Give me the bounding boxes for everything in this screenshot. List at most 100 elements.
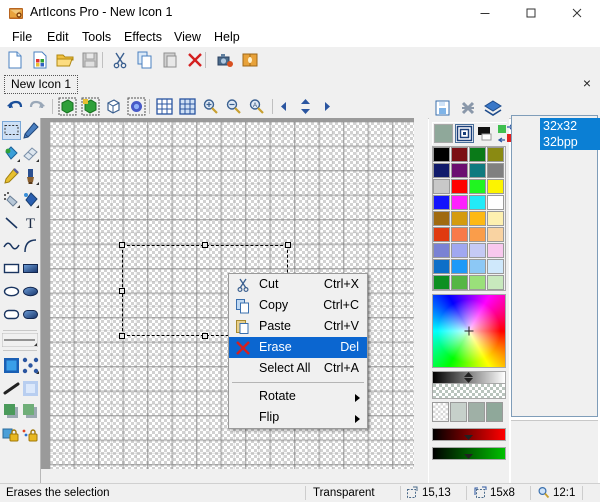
color-swatch[interactable] [433, 211, 450, 226]
color-swatch[interactable] [487, 259, 504, 274]
tool-dropdown-arrow-icon[interactable] [36, 182, 39, 185]
menu-tools[interactable]: Tools [76, 29, 117, 45]
save-button[interactable] [80, 50, 100, 70]
capture-button[interactable] [215, 50, 235, 70]
open-button[interactable] [55, 50, 75, 70]
paste-button[interactable] [160, 50, 180, 70]
ctx-erase[interactable]: Erase Del [229, 337, 367, 358]
tool-ellipse-filled[interactable] [21, 282, 40, 301]
tool-text[interactable]: T [21, 213, 40, 232]
copy-button[interactable] [135, 50, 155, 70]
tool-dropdown-arrow-icon[interactable] [36, 205, 39, 208]
tool-copy-layer[interactable] [21, 402, 40, 421]
align-vertical-button[interactable] [296, 97, 315, 116]
selection-handle[interactable] [119, 288, 125, 294]
tool-lock-image[interactable] [2, 425, 21, 444]
color-swatch[interactable] [469, 147, 486, 162]
tool-ellipse[interactable] [2, 282, 21, 301]
new-image-button[interactable] [30, 50, 50, 70]
color-swatch[interactable] [451, 163, 468, 178]
tool-dropdown-arrow-icon[interactable] [34, 343, 37, 346]
zoom-out-button[interactable] [224, 97, 243, 116]
tool-dropdown-arrow-icon[interactable] [17, 159, 20, 162]
image-item-32x32[interactable]: 32x32 32bpp [540, 118, 600, 150]
tool-color-fill[interactable] [2, 356, 21, 375]
ctx-rotate[interactable]: Rotate [229, 386, 367, 407]
ctx-flip[interactable]: Flip [229, 407, 367, 428]
color-swatch[interactable] [487, 243, 504, 258]
align-center-button[interactable] [315, 97, 334, 116]
new-icon-button[interactable] [5, 50, 25, 70]
tool-smudge[interactable] [2, 379, 21, 398]
tool-arc[interactable] [21, 236, 40, 255]
tab-new-icon-1[interactable]: New Icon 1 [4, 75, 78, 94]
tool-pencil[interactable] [2, 167, 21, 186]
color-swatch[interactable] [451, 147, 468, 162]
grid-settings-button[interactable] [178, 97, 197, 116]
selection-handle[interactable] [119, 333, 125, 339]
color-swatch[interactable] [469, 179, 486, 194]
texture-swatch[interactable] [450, 402, 467, 422]
color-swatch[interactable] [487, 227, 504, 242]
brightness-slider-thumb-top[interactable] [464, 372, 473, 377]
tool-round-rect[interactable] [2, 305, 21, 324]
color-swatch[interactable] [487, 163, 504, 178]
color-swatch[interactable] [451, 227, 468, 242]
tool-rect-select[interactable] [2, 121, 21, 140]
undo-button[interactable] [5, 97, 24, 116]
tool-eraser[interactable] [21, 144, 40, 163]
cut-button[interactable] [110, 50, 130, 70]
selection-handle[interactable] [285, 242, 291, 248]
color-swatch[interactable] [487, 211, 504, 226]
green-channel-slider[interactable] [432, 447, 506, 460]
mode-background-color[interactable] [476, 124, 495, 143]
color-swatch[interactable] [469, 243, 486, 258]
texture-swatch[interactable] [468, 402, 485, 422]
color-wheel[interactable] [432, 294, 506, 368]
selection-handle[interactable] [202, 242, 208, 248]
color-swatch[interactable] [433, 195, 450, 210]
tool-lock-alpha[interactable] [21, 425, 40, 444]
line-width-slider[interactable] [2, 333, 38, 347]
image-3d-button[interactable] [104, 97, 123, 116]
close-button[interactable] [554, 0, 600, 26]
canvas-horizontal-scrollbar[interactable] [41, 469, 428, 483]
tool-line[interactable] [2, 213, 21, 232]
menu-view[interactable]: View [168, 29, 207, 45]
tool-spray[interactable] [2, 190, 21, 209]
ctx-select-all[interactable]: Select All Ctrl+A [229, 358, 367, 379]
color-swatch[interactable] [469, 259, 486, 274]
library-button[interactable] [240, 50, 260, 70]
menu-effects[interactable]: Effects [118, 29, 168, 45]
ctx-cut[interactable]: Cut Ctrl+X [229, 274, 367, 295]
grid-button[interactable] [155, 97, 174, 116]
menu-edit[interactable]: Edit [41, 29, 75, 45]
tool-curve[interactable] [2, 236, 21, 255]
color-swatch[interactable] [451, 195, 468, 210]
color-swatch[interactable] [487, 275, 504, 290]
image-list[interactable]: 32x32 32bpp [511, 115, 598, 417]
tool-gradient-fill[interactable] [21, 190, 40, 209]
color-swatch[interactable] [433, 163, 450, 178]
red-slider-thumb[interactable] [464, 435, 473, 440]
color-swatch[interactable] [451, 243, 468, 258]
tool-rectangle-filled[interactable] [21, 259, 40, 278]
color-swatch[interactable] [451, 179, 468, 194]
color-swatch[interactable] [469, 275, 486, 290]
tool-transparency[interactable] [21, 356, 40, 375]
color-swatch[interactable] [451, 259, 468, 274]
tool-brush[interactable] [21, 167, 40, 186]
tool-rectangle[interactable] [2, 259, 21, 278]
glow-button[interactable] [127, 97, 146, 116]
color-swatch[interactable] [433, 179, 450, 194]
ctx-paste[interactable]: Paste Ctrl+V [229, 316, 367, 337]
import-image-button[interactable] [58, 97, 77, 116]
color-swatch[interactable] [433, 259, 450, 274]
ctx-copy[interactable]: Copy Ctrl+C [229, 295, 367, 316]
color-swatch[interactable] [487, 147, 504, 162]
color-swatch[interactable] [433, 243, 450, 258]
menu-file[interactable]: File [6, 29, 38, 45]
tool-shadow[interactable] [2, 402, 21, 421]
tool-fill[interactable] [2, 144, 21, 163]
alpha-pattern-slider[interactable] [432, 383, 506, 399]
